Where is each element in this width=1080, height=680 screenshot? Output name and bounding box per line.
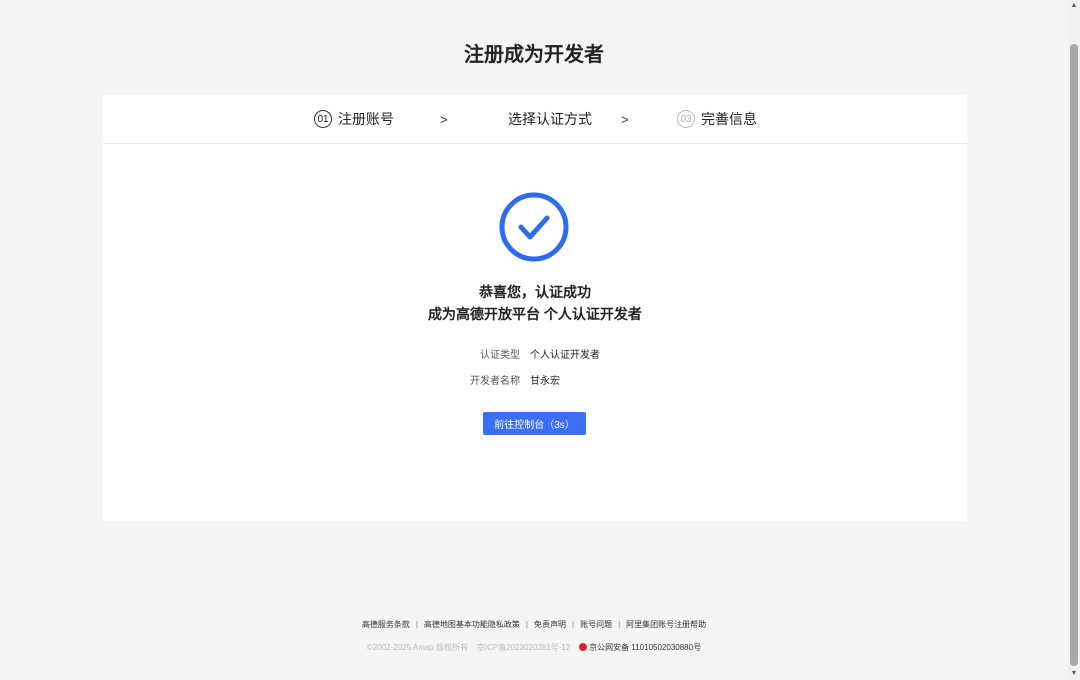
step-separator-2: > bbox=[621, 111, 629, 127]
step-1-label: 注册账号 bbox=[338, 111, 394, 127]
step-3-number: 03 bbox=[677, 110, 695, 128]
page-title: 注册成为开发者 bbox=[464, 44, 604, 66]
step-3-label: 完善信息 bbox=[701, 111, 757, 127]
info-row-type: 认证类型 个人认证开发者 bbox=[103, 346, 967, 361]
scrollbar[interactable]: ▲ ▼ bbox=[1068, 0, 1080, 680]
scroll-up-icon[interactable]: ▲ bbox=[1070, 2, 1078, 10]
footer-link-privacy[interactable]: 高德地图基本功能隐私政策 bbox=[424, 620, 520, 629]
info-name-value: 甘永宏 bbox=[530, 376, 560, 387]
info-row-name: 开发者名称 甘永宏 bbox=[103, 372, 967, 387]
success-message: 恭喜您，认证成功 bbox=[479, 284, 591, 300]
check-circle-icon bbox=[499, 192, 569, 262]
copyright-text: ©2002-2025 Amap 版权所有 bbox=[366, 643, 468, 652]
step-3: 03 完善信息 bbox=[677, 95, 757, 143]
step-1: 01 注册账号 bbox=[314, 95, 394, 143]
scroll-thumb[interactable] bbox=[1070, 44, 1078, 666]
police-record[interactable]: 京公网安备 11010502030880号 bbox=[579, 642, 702, 652]
info-name-label: 开发者名称 bbox=[470, 376, 520, 387]
info-type-value: 个人认证开发者 bbox=[530, 350, 600, 361]
police-record-text: 京公网安备 11010502030880号 bbox=[589, 643, 702, 652]
footer-link-account[interactable]: 账号问题 bbox=[580, 620, 612, 629]
page: 注册成为开发者 01 注册账号 > 选择认证方式 > 03 完善信息 恭喜您，认… bbox=[0, 0, 1068, 680]
step-2-label: 选择认证方式 bbox=[508, 111, 592, 127]
footer-link-terms[interactable]: 高德服务条款 bbox=[362, 620, 410, 629]
step-separator-1: > bbox=[440, 111, 448, 127]
step-1-number: 01 bbox=[314, 110, 332, 128]
step-indicator: 01 注册账号 > 选择认证方式 > 03 完善信息 bbox=[103, 95, 967, 144]
footer-link-disclaimer[interactable]: 免责声明 bbox=[534, 620, 566, 629]
step-2: 选择认证方式 bbox=[508, 95, 592, 143]
footer-copyright: ©2002-2025 Amap 版权所有 京ICP备2023020281号-12… bbox=[0, 642, 1068, 653]
success-subtitle: 成为高德开放平台 个人认证开发者 bbox=[428, 306, 642, 322]
police-badge-icon bbox=[579, 642, 588, 651]
footer-link-help[interactable]: 阿里集团账号注册帮助 bbox=[626, 620, 706, 629]
icp-link[interactable]: 京ICP备2023020281号-12 bbox=[477, 643, 570, 652]
info-type-label: 认证类型 bbox=[480, 350, 520, 361]
scroll-down-icon[interactable]: ▼ bbox=[1070, 670, 1078, 678]
result-card: 01 注册账号 > 选择认证方式 > 03 完善信息 恭喜您，认证成功 成为高德… bbox=[103, 95, 967, 521]
footer-links: 高德服务条款 | 高德地图基本功能隐私政策 | 免责声明 | 账号问题 | 阿里集团账号注册帮助 bbox=[361, 620, 707, 629]
go-to-console-button[interactable]: 前往控制台（3s） bbox=[483, 412, 586, 435]
